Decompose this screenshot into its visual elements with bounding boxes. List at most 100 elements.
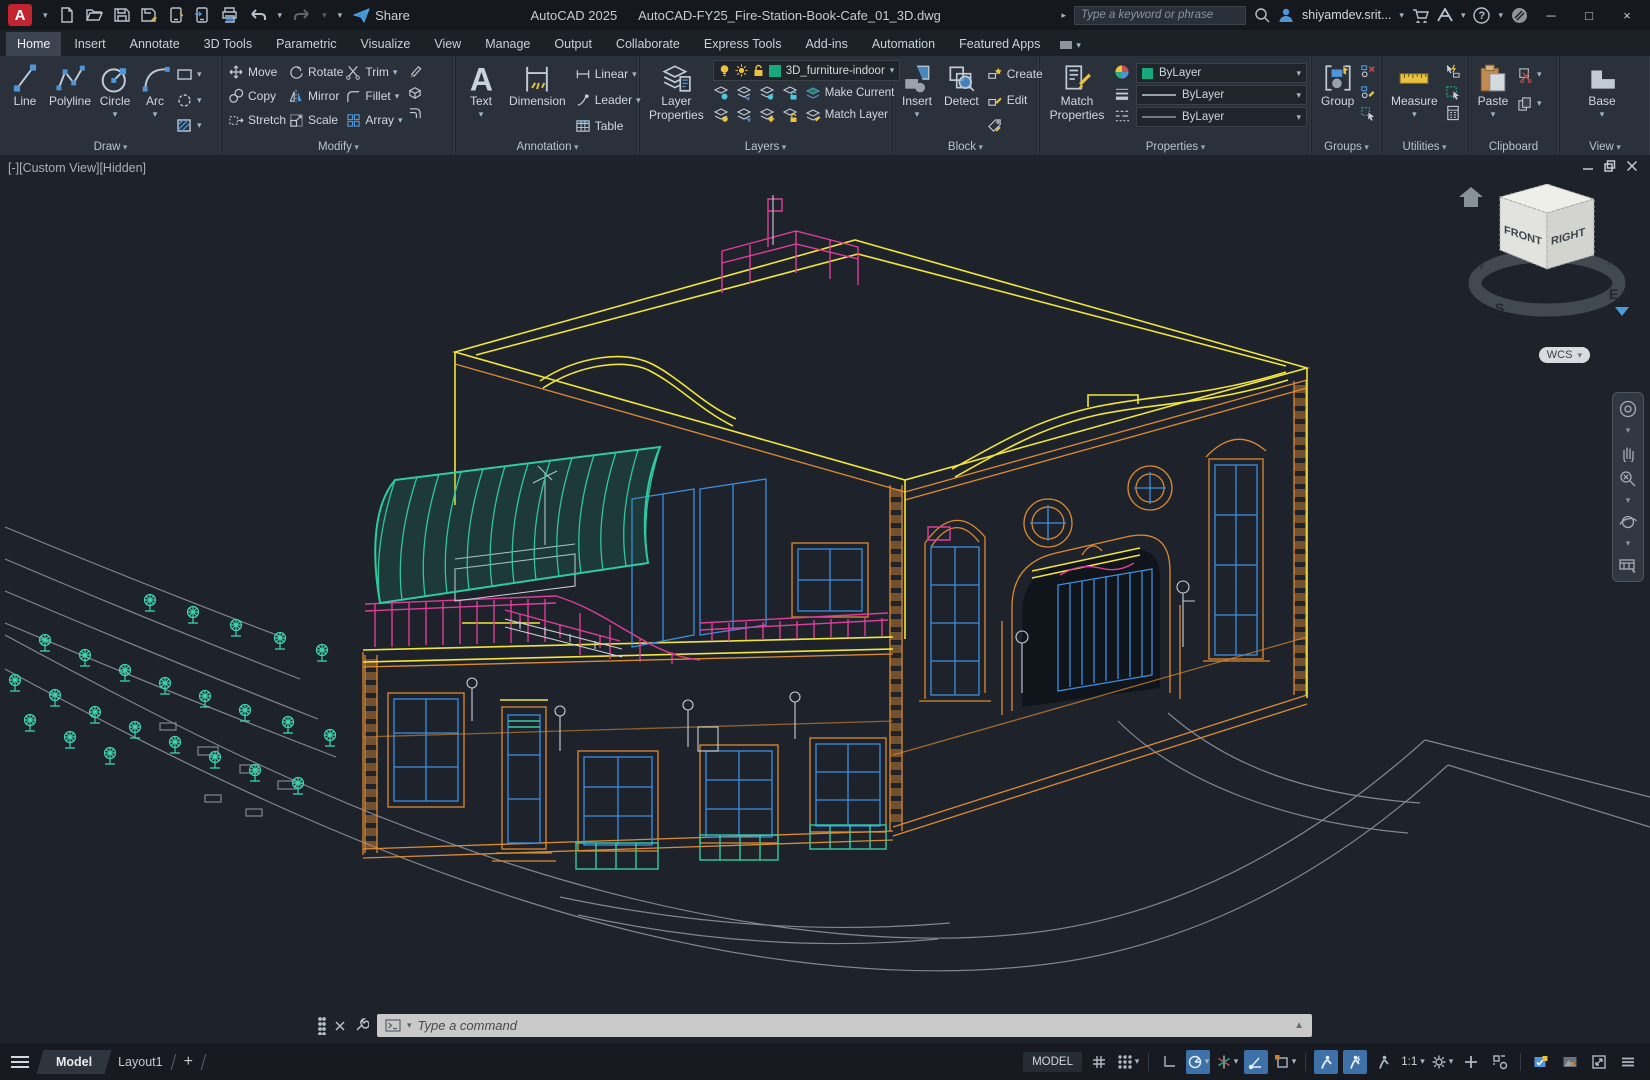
quick-calculator-icon[interactable] xyxy=(1445,105,1461,121)
feedback-icon[interactable] xyxy=(1511,7,1528,24)
app-store-cart-icon[interactable] xyxy=(1412,8,1429,23)
isoplane-dropdown-icon[interactable]: ▾ xyxy=(1234,1057,1239,1066)
undo-button[interactable] xyxy=(249,8,267,22)
minimize-button[interactable]: ─ xyxy=(1536,8,1566,23)
tab-view[interactable]: View xyxy=(423,32,472,56)
fillet-button[interactable]: Fillet▾ xyxy=(345,85,402,108)
insert-dropdown-icon[interactable]: ▾ xyxy=(915,110,920,119)
layer-properties-button[interactable]: Layer Properties xyxy=(646,60,707,137)
save-to-web-mobile-button[interactable] xyxy=(194,7,210,23)
ungroup-icon[interactable] xyxy=(1360,63,1376,79)
command-recent-dropdown-icon[interactable]: ▾ xyxy=(407,1021,412,1030)
groups-panel-label[interactable]: Groups xyxy=(1312,141,1381,153)
ribbon-display-toggle[interactable]: ▾ xyxy=(1059,40,1081,56)
orbit-icon[interactable] xyxy=(1618,512,1638,532)
layer-walk-icon[interactable] xyxy=(736,107,752,123)
model-space-button[interactable]: MODEL xyxy=(1023,1052,1082,1072)
commandline-grip[interactable] xyxy=(318,1017,326,1035)
arc-button[interactable]: Arc▾ xyxy=(136,60,174,137)
save-button[interactable] xyxy=(114,7,130,23)
annotation-scale-icon-button[interactable] xyxy=(1372,1050,1396,1074)
gear-dropdown-icon[interactable]: ▾ xyxy=(1449,1057,1454,1066)
rectangle-button[interactable]: ▾ xyxy=(176,63,202,86)
array-dropdown-icon[interactable]: ▾ xyxy=(398,116,403,125)
insert-block-button[interactable]: Insert▾ xyxy=(898,60,936,137)
compass-south-label[interactable]: S xyxy=(1495,300,1504,316)
showmotion-icon[interactable] xyxy=(1618,555,1638,575)
object-color-select[interactable]: ByLayer ▾ xyxy=(1136,63,1307,83)
layer-thaw-all-icon[interactable] xyxy=(759,107,775,123)
detect-button[interactable]: Detect xyxy=(941,60,982,137)
erase-icon[interactable] xyxy=(407,63,423,79)
mirror-button[interactable]: Mirror xyxy=(288,85,343,108)
search-input[interactable] xyxy=(1074,6,1246,25)
rotate-button[interactable]: Rotate xyxy=(288,61,343,84)
trusted-dwg-badge[interactable] xyxy=(1529,1050,1553,1074)
layer-isolate-icon[interactable] xyxy=(713,85,729,101)
save-as-button[interactable] xyxy=(141,7,158,23)
hatch-dropdown-icon[interactable]: ▾ xyxy=(197,121,202,130)
redo-dropdown-icon[interactable]: ▾ xyxy=(322,11,327,20)
navigation-wheel-icon[interactable] xyxy=(1618,399,1638,419)
compass-north-label[interactable]: N xyxy=(1607,254,1616,268)
copy-clip-button[interactable]: ▾ xyxy=(1517,92,1542,115)
annotation-scale-selector[interactable]: 1:1▾ xyxy=(1401,1050,1425,1074)
table-button[interactable]: Table xyxy=(575,114,641,137)
base-button[interactable]: Base▾ xyxy=(1574,60,1630,121)
object-snap-toggle[interactable]: ▾ xyxy=(1273,1050,1297,1074)
snap-dropdown-icon[interactable]: ▾ xyxy=(1135,1057,1140,1066)
scale-button[interactable]: Scale xyxy=(288,109,343,132)
edit-attributes-button[interactable] xyxy=(987,114,1043,137)
cut-button[interactable]: ▾ xyxy=(1517,63,1542,86)
linear-dropdown-icon[interactable]: ▾ xyxy=(632,70,637,79)
compass-west-label[interactable]: W xyxy=(1473,258,1485,272)
orbit-dropdown-icon[interactable]: ▾ xyxy=(1626,539,1631,548)
rectangle-dropdown-icon[interactable]: ▾ xyxy=(197,70,202,79)
linetype-select[interactable]: ByLayer ▾ xyxy=(1136,107,1307,127)
isoplane-toggle[interactable]: ▾ xyxy=(1215,1050,1239,1074)
copy-clip-dropdown-icon[interactable]: ▾ xyxy=(1537,99,1542,108)
clean-screen-toggle[interactable] xyxy=(1587,1050,1611,1074)
layer-unisolate-icon[interactable] xyxy=(736,85,752,101)
polar-dropdown-icon[interactable]: ▾ xyxy=(1205,1057,1210,1066)
grid-toggle[interactable] xyxy=(1087,1050,1111,1074)
stretch-button[interactable]: Stretch xyxy=(228,109,286,132)
tab-3d-tools[interactable]: 3D Tools xyxy=(193,32,263,56)
zoom-extents-icon[interactable] xyxy=(1618,469,1638,489)
layer-off-icon[interactable] xyxy=(713,107,729,123)
paste-dropdown-icon[interactable]: ▾ xyxy=(1491,110,1496,119)
group-edit-icon[interactable] xyxy=(1360,84,1376,100)
layer-unlock-all-icon[interactable] xyxy=(782,107,798,123)
qat-customize-dropdown-icon[interactable]: ▾ xyxy=(338,11,343,20)
explode-icon[interactable] xyxy=(407,84,423,100)
text-dropdown-icon[interactable]: ▾ xyxy=(479,110,484,119)
trim-dropdown-icon[interactable]: ▾ xyxy=(393,68,398,77)
circle-dropdown-icon[interactable]: ▾ xyxy=(113,110,118,119)
color-wheel-icon[interactable] xyxy=(1114,64,1130,80)
offset-icon[interactable] xyxy=(407,105,423,121)
tab-featured-apps[interactable]: Featured Apps xyxy=(948,32,1051,56)
match-layer-button[interactable]: Match Layer xyxy=(805,104,888,127)
quick-select-icon[interactable] xyxy=(1445,63,1461,79)
help-dropdown-icon[interactable]: ▾ xyxy=(1498,11,1503,20)
base-dropdown-icon[interactable]: ▾ xyxy=(1600,110,1605,119)
utilities-panel-label[interactable]: Utilities xyxy=(1382,141,1467,153)
copy-button[interactable]: Copy xyxy=(228,85,286,108)
tab-annotate[interactable]: Annotate xyxy=(119,32,191,56)
redo-button[interactable] xyxy=(293,8,311,22)
viewcube[interactable]: S E W N FRONT RIGHT xyxy=(1447,177,1642,327)
cut-dropdown-icon[interactable]: ▾ xyxy=(1537,70,1542,79)
dimension-button[interactable]: Dimension xyxy=(506,60,569,137)
annotation-panel-label[interactable]: Annotation xyxy=(456,141,639,153)
navigation-wheel-dropdown-icon[interactable]: ▾ xyxy=(1626,426,1631,435)
layer-lock-icon[interactable] xyxy=(782,85,798,101)
polyline-button[interactable]: Polyline xyxy=(46,60,94,137)
open-file-button[interactable] xyxy=(86,7,103,23)
help-icon[interactable]: ? xyxy=(1473,7,1490,24)
view-panel-label[interactable]: View xyxy=(1560,141,1650,153)
viewport-controls-label[interactable]: [-][Custom View][Hidden] xyxy=(8,161,146,175)
circle-button[interactable]: Circle▾ xyxy=(96,60,134,137)
model-viewport[interactable]: [-][Custom View][Hidden] xyxy=(0,155,1650,1043)
viewcube-menu-dropdown-icon[interactable] xyxy=(1615,307,1629,316)
snap-toggle[interactable]: ▾ xyxy=(1116,1050,1140,1074)
